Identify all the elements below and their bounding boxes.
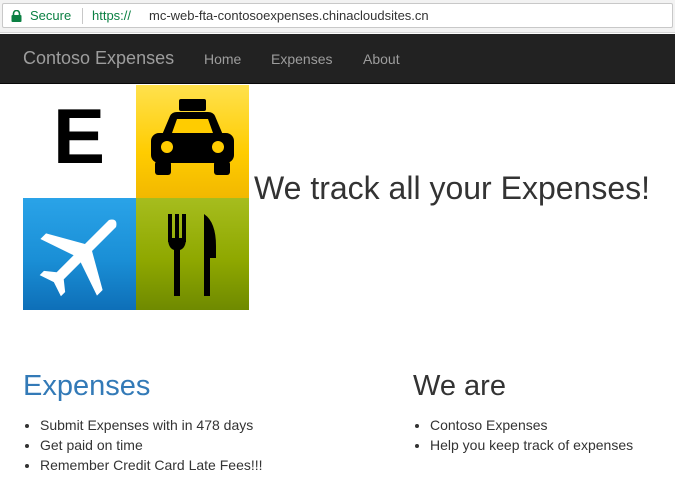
letter-e-icon: E [53, 92, 105, 180]
list-item: Remember Credit Card Late Fees!!! [40, 455, 263, 475]
hero-title: We track all your Expenses! [254, 170, 651, 206]
contoso-logo: E [23, 85, 249, 310]
lock-icon [11, 10, 22, 22]
list-item: Submit Expenses with in 478 days [40, 415, 263, 435]
secure-label: Secure [30, 8, 72, 23]
logo-letter: E [53, 92, 105, 180]
logo-tile-taxi [136, 85, 249, 198]
omnibox-divider [82, 8, 83, 24]
url-scheme: https:// [92, 8, 132, 23]
expenses-heading: Expenses [23, 370, 151, 402]
url-omnibox[interactable]: Secure https:// mc-web-fta-contosoexpens… [2, 3, 673, 28]
logo-tile-airplane [23, 197, 136, 310]
nav-link-expenses[interactable]: Expenses [271, 51, 332, 67]
expenses-list: Submit Expenses with in 478 days Get pai… [0, 415, 263, 475]
list-item: Get paid on time [40, 435, 263, 455]
we-are-heading: We are [413, 370, 506, 402]
fork-knife-icon [168, 213, 216, 296]
logo-tile-dining [136, 197, 249, 310]
we-are-list: Contoso Expenses Help you keep track of … [390, 415, 633, 455]
url-host: mc-web-fta-contosoexpenses.chinacloudsit… [149, 8, 429, 23]
browser-address-bar: Secure https:// mc-web-fta-contosoexpens… [0, 0, 675, 33]
taxi-icon [151, 99, 234, 175]
nav-link-about[interactable]: About [363, 51, 400, 67]
list-item: Contoso Expenses [430, 415, 633, 435]
list-item: Help you keep track of expenses [430, 435, 633, 455]
nav-link-home[interactable]: Home [204, 51, 241, 67]
logo-tile-letter: E [23, 85, 136, 198]
brand-link[interactable]: Contoso Expenses [23, 48, 174, 69]
top-navbar: Contoso Expenses Home Expenses About [0, 34, 675, 84]
airplane-icon [39, 219, 117, 296]
